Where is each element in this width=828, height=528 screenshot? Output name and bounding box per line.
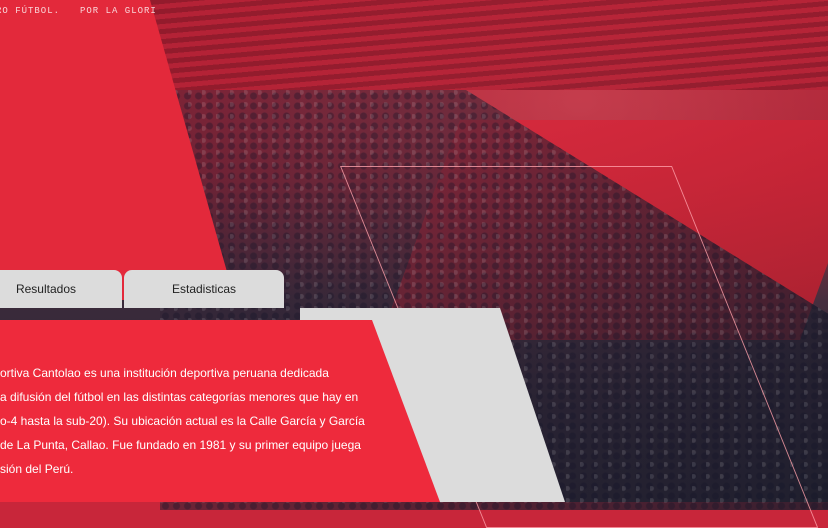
club-description: ortiva Cantolao es una institución depor… [0, 361, 380, 481]
tab-estadisticas[interactable]: Estadisticas [124, 270, 284, 308]
description-line: de La Punta, Callao. Fue fundado en 1981… [0, 438, 361, 452]
marquee-text-left: RO FÚTBOL. [0, 6, 61, 16]
description-line: sión del Perú. [0, 462, 74, 476]
stadium-stands [150, 0, 828, 90]
marquee-text-right: POR LA GLORI [80, 6, 157, 16]
tab-resultados[interactable]: Resultados [0, 270, 122, 308]
description-line: a difusión del fútbol en las distintas c… [0, 390, 359, 404]
description-line: o-4 hasta la sub-20). Su ubicación actua… [0, 414, 365, 428]
description-line: ortiva Cantolao es una institución depor… [0, 366, 329, 380]
